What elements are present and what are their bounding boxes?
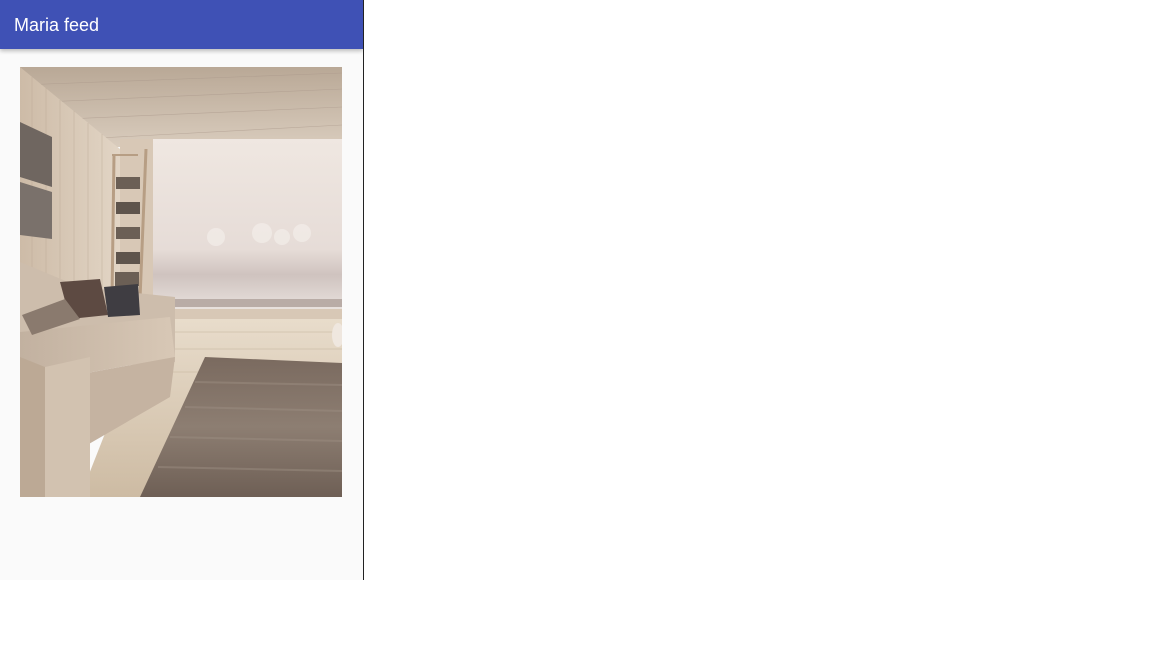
window-sill (153, 299, 342, 307)
pillow-dark (104, 284, 140, 317)
feed-list[interactable] (0, 49, 363, 580)
feed-photo[interactable] (20, 67, 342, 497)
app-bar: Maria feed (0, 0, 363, 49)
app-window: Maria feed (0, 0, 364, 580)
app-title: Maria feed (14, 15, 100, 35)
wall-art-bottom (20, 182, 52, 239)
window (153, 139, 342, 309)
